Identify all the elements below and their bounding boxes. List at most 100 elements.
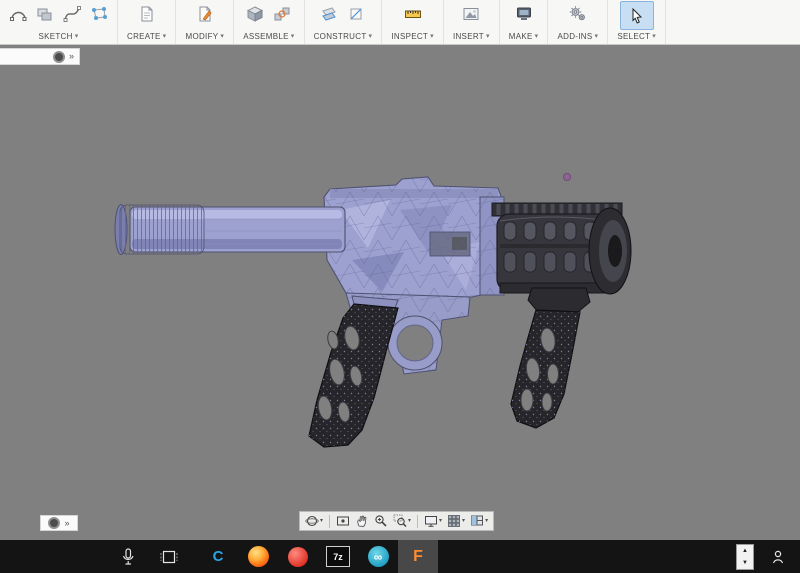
- toolbar-group-sketch: SKETCH ▾: [0, 0, 118, 44]
- chevron-down-icon: ▾: [462, 518, 465, 524]
- select-cursor-icon[interactable]: [628, 7, 646, 25]
- viewports-button[interactable]: ▾: [469, 514, 489, 528]
- browser-panel-collapse-handle[interactable]: »: [0, 48, 80, 65]
- chevron-down-icon: ▾: [369, 33, 373, 40]
- toolbar-spacer: [666, 0, 800, 44]
- task-view-button[interactable]: [160, 549, 178, 565]
- create-menu-button[interactable]: CREATE ▾: [127, 32, 166, 41]
- 7zip-icon: 7z: [326, 546, 350, 567]
- sketch-menu-button[interactable]: SKETCH ▾: [38, 32, 78, 41]
- toolbar-group-add-ins: ADD-INS ▾: [548, 0, 608, 44]
- construct-plane-icon[interactable]: [320, 5, 338, 23]
- chevron-down-icon: ▾: [291, 33, 295, 40]
- construct-menu-button[interactable]: CONSTRUCT ▾: [314, 32, 373, 41]
- code-app-icon: C: [213, 548, 224, 565]
- sketch-rectangle-icon[interactable]: [36, 5, 54, 23]
- chevron-down-icon: ▾: [439, 518, 442, 524]
- select-tool-active-highlight: [620, 1, 654, 30]
- trigger-guard-hole: [397, 325, 433, 361]
- orbit-button[interactable]: ▾: [304, 514, 324, 528]
- point-marker[interactable]: [564, 174, 571, 181]
- taskbar-app-fusion-360[interactable]: F: [398, 540, 438, 573]
- toolbar-group-make: MAKE ▾: [500, 0, 549, 44]
- assemble-menu-button[interactable]: ASSEMBLE ▾: [243, 32, 294, 41]
- taskbar-app-code[interactable]: C: [198, 540, 238, 573]
- chevron-down-icon: ▾: [163, 33, 167, 40]
- make-menu-button[interactable]: MAKE ▾: [509, 32, 539, 41]
- toolbar-group-insert: INSERT ▾: [444, 0, 500, 44]
- chevron-expand-icon[interactable]: »: [69, 52, 74, 61]
- zoom-button[interactable]: [373, 514, 389, 528]
- sketch-menu-label: SKETCH: [38, 32, 72, 41]
- front-grip[interactable]: [511, 288, 590, 428]
- navbar-divider: [329, 515, 330, 528]
- gun-3d-mesh-model[interactable]: [0, 45, 800, 540]
- barrel[interactable]: [115, 205, 345, 255]
- create-form-icon[interactable]: [138, 5, 156, 23]
- insert-menu-button[interactable]: INSERT ▾: [453, 32, 490, 41]
- assemble-menu-label: ASSEMBLE: [243, 32, 289, 41]
- toolbar-group-assemble: ASSEMBLE ▾: [234, 0, 304, 44]
- view-navigation-bar: ▾ ▾ ▾ ▾: [299, 511, 494, 531]
- microphone-button[interactable]: [120, 547, 136, 567]
- add-ins-gears-icon[interactable]: [569, 5, 587, 23]
- construct-axis-icon[interactable]: [347, 5, 365, 23]
- 3d-viewport-canvas[interactable]: » » ▾ ▾: [0, 45, 800, 540]
- look-at-button[interactable]: [335, 514, 351, 528]
- insert-menu-label: INSERT: [453, 32, 484, 41]
- modify-menu-label: MODIFY: [185, 32, 218, 41]
- inspect-measure-ruler-icon[interactable]: [404, 5, 422, 23]
- taskbar-app-7zip[interactable]: 7z: [318, 540, 358, 573]
- taskbar-right-area: ▲ ▼: [736, 544, 788, 570]
- pan-button[interactable]: [354, 514, 370, 528]
- front-handguard[interactable]: [480, 197, 631, 295]
- toolbar-group-create: CREATE ▾: [118, 0, 176, 44]
- assemble-component-icon[interactable]: [246, 5, 264, 23]
- insert-image-icon[interactable]: [462, 5, 480, 23]
- chevron-down-icon: ▾: [485, 518, 488, 524]
- chevron-down-icon: ▾: [430, 33, 434, 40]
- grid-snaps-button[interactable]: ▾: [446, 514, 466, 528]
- scroll-up-icon[interactable]: ▲: [742, 548, 748, 554]
- select-menu-button[interactable]: SELECT ▾: [617, 32, 656, 41]
- firefox-icon: [248, 546, 269, 567]
- make-menu-label: MAKE: [509, 32, 533, 41]
- modify-menu-button[interactable]: MODIFY ▾: [185, 32, 224, 41]
- sketch-spline-icon[interactable]: [63, 5, 81, 23]
- construct-menu-label: CONSTRUCT: [314, 32, 367, 41]
- taskbar-app-infinity[interactable]: ∞: [358, 540, 398, 573]
- toolbar-group-inspect: INSPECT ▾: [382, 0, 444, 44]
- people-button[interactable]: [770, 549, 788, 565]
- sketch-arc-icon[interactable]: [9, 5, 27, 23]
- taskbar-app-firefox[interactable]: [238, 540, 278, 573]
- inspect-menu-button[interactable]: INSPECT ▾: [391, 32, 434, 41]
- chevron-expand-icon[interactable]: »: [64, 519, 69, 528]
- chevron-down-icon: ▾: [535, 33, 539, 40]
- sketch-points-network-icon[interactable]: [90, 5, 108, 23]
- rear-grip[interactable]: [309, 296, 398, 447]
- panel-grip-icon[interactable]: [48, 517, 60, 529]
- create-menu-label: CREATE: [127, 32, 161, 41]
- infinity-app-icon: ∞: [368, 546, 389, 567]
- inspect-menu-label: INSPECT: [391, 32, 428, 41]
- assemble-joint-icon[interactable]: [273, 5, 291, 23]
- navbar-divider: [417, 515, 418, 528]
- display-settings-button[interactable]: ▾: [423, 514, 443, 528]
- make-3d-print-icon[interactable]: [515, 5, 533, 23]
- add-ins-menu-button[interactable]: ADD-INS ▾: [557, 32, 598, 41]
- receiver-body[interactable]: [324, 177, 503, 301]
- chevron-down-icon: ▾: [320, 518, 323, 524]
- timeline-collapse-handle[interactable]: »: [40, 515, 78, 531]
- chevron-down-icon: ▾: [594, 33, 598, 40]
- taskbar-overflow-scroll[interactable]: ▲ ▼: [736, 544, 754, 570]
- zoom-window-button[interactable]: ▾: [392, 514, 412, 528]
- scroll-down-icon[interactable]: ▼: [742, 560, 748, 566]
- fusion-360-icon: F: [413, 548, 423, 566]
- chevron-down-icon: ▾: [408, 518, 411, 524]
- chevron-down-icon: ▾: [75, 33, 79, 40]
- modify-press-pull-icon[interactable]: [196, 5, 214, 23]
- chevron-down-icon: ▾: [652, 33, 656, 40]
- chevron-down-icon: ▾: [486, 33, 490, 40]
- panel-grip-icon[interactable]: [53, 51, 65, 63]
- taskbar-app-red[interactable]: [278, 540, 318, 573]
